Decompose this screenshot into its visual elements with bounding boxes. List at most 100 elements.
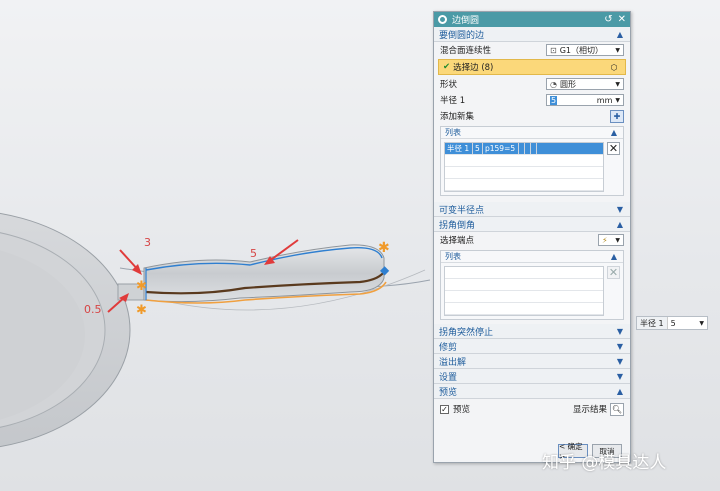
corner-marker-3: ✱ bbox=[136, 303, 147, 318]
chevron-down-icon[interactable]: ▼ bbox=[615, 356, 625, 366]
add-set-label: 添加新集 bbox=[440, 112, 475, 122]
select-edge-row[interactable]: ✔ 选择边 (8) ⬡ bbox=[438, 59, 626, 75]
preview-checkbox[interactable]: ✓ bbox=[440, 404, 449, 414]
add-set-row: 添加新集 ✚ bbox=[434, 108, 630, 124]
list-item bbox=[445, 279, 603, 291]
annotation-radius-3: 3 bbox=[144, 236, 151, 249]
reset-icon[interactable]: ↺ bbox=[604, 14, 612, 25]
chevron-down-icon: ▼ bbox=[615, 236, 620, 244]
list-cell: p159=5 bbox=[483, 143, 519, 154]
section-trim-header[interactable]: 修剪 ▼ bbox=[434, 339, 630, 354]
corner-list-header[interactable]: 列表 ▲ bbox=[441, 251, 623, 263]
dialog-titlebar[interactable]: 边倒圆 ↺ ✕ bbox=[434, 12, 630, 27]
section-preview-title: 预览 bbox=[439, 387, 458, 398]
close-icon[interactable]: ✕ bbox=[618, 14, 626, 25]
continuity-icon: ⊡ bbox=[550, 45, 557, 55]
show-result-label: 显示结果 bbox=[572, 405, 607, 415]
edge-list-title: 列表 bbox=[445, 128, 461, 137]
onscreen-radius-input[interactable]: 半径 1 5 ▼ bbox=[636, 316, 708, 330]
section-variable-radius-title: 可变半径点 bbox=[439, 205, 485, 216]
radius-label: 半径 1 bbox=[440, 96, 466, 106]
section-edges-title: 要倒圆的边 bbox=[439, 30, 485, 41]
gear-icon bbox=[438, 15, 447, 24]
edge-list-header[interactable]: 列表 ▲ bbox=[441, 127, 623, 139]
shape-value: 圆形 bbox=[559, 79, 576, 89]
continuity-row: 混合面连续性 ⊡ G1（相切） ▼ bbox=[434, 42, 630, 58]
chevron-up-icon[interactable]: ▲ bbox=[615, 219, 625, 229]
section-settings-header[interactable]: 设置 ▼ bbox=[434, 369, 630, 384]
section-variable-radius-header[interactable]: 可变半径点 ▼ bbox=[434, 202, 630, 217]
section-trim-title: 修剪 bbox=[439, 342, 458, 353]
annotation-radius-0-5: 0.5 bbox=[84, 303, 102, 316]
edge-list: 半径 1 5 p159=5 ✕ bbox=[444, 142, 620, 192]
list-item bbox=[445, 303, 603, 315]
radius-value: 5 bbox=[550, 95, 558, 105]
corner-list-body bbox=[444, 266, 604, 316]
section-corner-setback-title: 拐角倒角 bbox=[439, 220, 476, 231]
list-item bbox=[445, 155, 603, 167]
onscreen-radius-value: 5 bbox=[670, 318, 676, 328]
preview-row: ✓ 预览 显示结果 🔍︎ bbox=[434, 399, 630, 419]
add-set-icon[interactable]: ✚ bbox=[610, 109, 624, 123]
chevron-up-icon[interactable]: ▲ bbox=[615, 29, 625, 39]
list-item[interactable]: 半径 1 5 p159=5 bbox=[445, 143, 603, 155]
chevron-up-icon[interactable]: ▲ bbox=[609, 252, 619, 262]
section-settings-title: 设置 bbox=[439, 372, 458, 383]
search-icon[interactable]: 🔍︎ bbox=[610, 402, 624, 416]
select-endpoint-row: 选择端点 ⚡ ▼ bbox=[434, 232, 630, 248]
radius-unit: mm bbox=[596, 95, 613, 105]
section-overflow-header[interactable]: 溢出解 ▼ bbox=[434, 354, 630, 369]
chevron-up-icon[interactable]: ▲ bbox=[615, 386, 625, 396]
continuity-dropdown[interactable]: ⊡ G1（相切） ▼ bbox=[546, 44, 624, 56]
corner-list-title: 列表 bbox=[445, 252, 461, 261]
section-corner-setback-header[interactable]: 拐角倒角 ▲ bbox=[434, 217, 630, 232]
corner-list-panel: 列表 ▲ ✕ bbox=[440, 250, 624, 320]
chevron-down-icon[interactable]: ▼ bbox=[615, 204, 625, 214]
corner-marker-1: ✱ bbox=[378, 240, 390, 256]
chevron-down-icon[interactable]: ▼ bbox=[615, 371, 625, 381]
watermark: 知乎 @模具达人 bbox=[542, 453, 667, 473]
list-item bbox=[445, 167, 603, 179]
edge-list-body: 半径 1 5 p159=5 bbox=[444, 142, 604, 192]
onscreen-radius-label: 半径 1 bbox=[637, 317, 668, 329]
shape-icon: ◔ bbox=[550, 79, 557, 89]
section-edges-header[interactable]: 要倒圆的边 ▲ bbox=[434, 27, 630, 42]
chevron-down-icon[interactable]: ▼ bbox=[615, 326, 625, 336]
select-edge-label: 选择边 (8) bbox=[453, 63, 494, 73]
annotation-radius-5: 5 bbox=[250, 247, 257, 260]
list-item bbox=[445, 179, 603, 191]
section-preview-header[interactable]: 预览 ▲ bbox=[434, 384, 630, 399]
corner-list: ✕ bbox=[444, 266, 620, 316]
radius-input[interactable]: 5 mm ▼ bbox=[546, 94, 624, 106]
chevron-down-icon[interactable]: ▼ bbox=[615, 341, 625, 351]
continuity-label: 混合面连续性 bbox=[440, 46, 492, 56]
cube-select-icon[interactable]: ⬡ bbox=[607, 61, 621, 74]
chevron-down-icon: ▼ bbox=[615, 80, 620, 88]
delete-icon[interactable]: ✕ bbox=[607, 142, 620, 155]
chevron-up-icon[interactable]: ▲ bbox=[609, 128, 619, 138]
preview-label: 预览 bbox=[453, 405, 471, 415]
shape-label: 形状 bbox=[440, 80, 458, 90]
section-stop-short-title: 拐角突然停止 bbox=[439, 327, 494, 338]
wand-icon: ⚡ bbox=[602, 235, 608, 245]
list-cell: 5 bbox=[473, 143, 483, 154]
corner-marker-4: ◆ bbox=[380, 263, 390, 277]
chevron-down-icon: ▼ bbox=[699, 319, 704, 327]
edge-blend-dialog: 边倒圆 ↺ ✕ 要倒圆的边 ▲ 混合面连续性 ⊡ G1（相切） ▼ ✔ 选择边 … bbox=[433, 11, 631, 463]
list-item bbox=[445, 267, 603, 279]
section-overflow-title: 溢出解 bbox=[439, 357, 467, 368]
section-stop-short-header[interactable]: 拐角突然停止 ▼ bbox=[434, 324, 630, 339]
shape-row: 形状 ◔ 圆形 ▼ bbox=[434, 76, 630, 92]
edge-set-list-panel: 列表 ▲ 半径 1 5 p159=5 ✕ bbox=[440, 126, 624, 196]
shape-dropdown[interactable]: ◔ 圆形 ▼ bbox=[546, 78, 624, 90]
chevron-down-icon: ▼ bbox=[615, 96, 620, 104]
select-endpoint-label: 选择端点 bbox=[440, 236, 475, 246]
check-icon: ✔ bbox=[443, 62, 451, 72]
list-item bbox=[445, 291, 603, 303]
radius-row: 半径 1 5 mm ▼ bbox=[434, 92, 630, 108]
delete-icon: ✕ bbox=[607, 266, 620, 279]
endpoint-picker[interactable]: ⚡ ▼ bbox=[598, 234, 624, 246]
chevron-down-icon: ▼ bbox=[615, 46, 620, 54]
dialog-title: 边倒圆 bbox=[452, 16, 480, 26]
corner-marker-2: ✱ bbox=[136, 279, 147, 294]
